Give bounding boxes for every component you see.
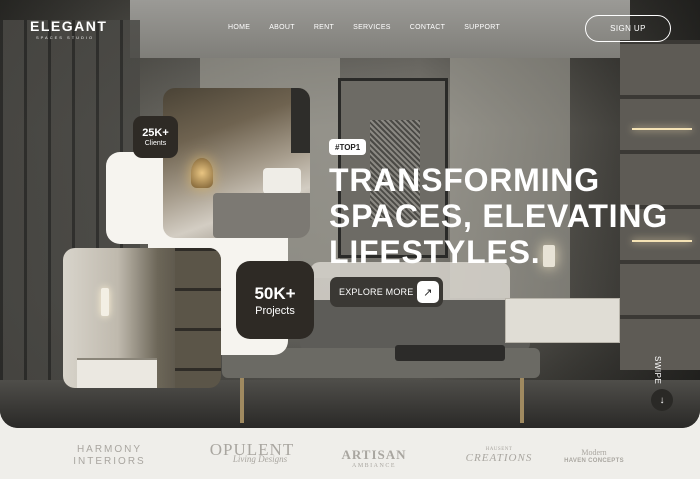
- hero-section: ELEGANT SPACES STUDIO HOME ABOUT RENT SE…: [0, 0, 700, 428]
- explore-more-label: EXPLORE MORE: [339, 287, 414, 297]
- partner-line: HARMONY: [76, 444, 143, 455]
- headline-line-3: LIFESTYLES.: [329, 234, 541, 270]
- interior-image: [63, 248, 221, 388]
- image-bed-detail: [213, 193, 310, 238]
- stat-projects-value: 50K+: [254, 283, 296, 303]
- stat-projects: 50K+ Projects: [236, 261, 314, 339]
- headline-line-2: SPACES, ELEVATING: [329, 198, 668, 234]
- nav-about[interactable]: ABOUT: [269, 24, 295, 31]
- partner-modern-haven: Modern HAVEN CONCEPTS: [558, 448, 630, 464]
- partner-logos: HARMONY INTERIORS OPULENT Living Designs…: [0, 430, 700, 479]
- nav-contact[interactable]: CONTACT: [410, 24, 445, 31]
- shelf-light: [632, 128, 692, 130]
- nav-support[interactable]: SUPPORT: [464, 24, 500, 31]
- nav-rent[interactable]: RENT: [314, 24, 334, 31]
- partner-artisan: ARTISAN AMBIANCE: [340, 447, 408, 469]
- nightstand: [505, 298, 620, 343]
- stat-clients: 25K+ Clients: [133, 116, 178, 158]
- partner-hausent: HAUSENT CREATIONS: [465, 447, 533, 464]
- image-pendant-detail: [101, 288, 109, 316]
- brand-logo[interactable]: ELEGANT SPACES STUDIO: [30, 18, 107, 40]
- partner-line: AMBIANCE: [351, 463, 396, 469]
- nav-home[interactable]: HOME: [228, 24, 250, 31]
- bedroom-image: [163, 88, 310, 238]
- nav-services[interactable]: SERVICES: [353, 24, 391, 31]
- stat-clients-label: Clients: [144, 140, 167, 147]
- image-shelf-detail: [77, 358, 157, 388]
- bed-blanket: [300, 300, 530, 350]
- bench-leg: [240, 378, 244, 423]
- top-badge: #TOP1: [329, 139, 367, 155]
- stat-clients-value: 25K+: [142, 127, 169, 139]
- partner-line: CREATIONS: [465, 452, 533, 464]
- image-cabinet-detail: [175, 248, 221, 388]
- partner-line: HAVEN CONCEPTS: [564, 458, 624, 464]
- partner-line: ARTISAN: [341, 447, 407, 462]
- headline-line-1: TRANSFORMING: [329, 162, 600, 198]
- bench-leg: [520, 378, 524, 423]
- sign-up-button[interactable]: SIGN UP: [585, 15, 671, 42]
- image-pillow-detail: [263, 168, 301, 194]
- image-frame-detail: [291, 88, 310, 153]
- bench-tray: [395, 345, 505, 361]
- arrow-down-icon[interactable]: ↓: [651, 389, 673, 411]
- brand-tagline: SPACES STUDIO: [36, 35, 95, 40]
- arrow-up-right-icon: ↗: [417, 281, 439, 303]
- main-nav: HOME ABOUT RENT SERVICES CONTACT SUPPORT: [228, 24, 519, 31]
- stat-projects-label: Projects: [255, 304, 295, 317]
- partner-opulent: OPULENT Living Designs: [206, 441, 298, 464]
- partner-line: INTERIORS: [73, 456, 146, 467]
- brand-name: ELEGANT: [30, 18, 108, 34]
- partner-line: Modern: [581, 448, 607, 457]
- explore-more-button[interactable]: EXPLORE MORE ↗: [330, 277, 443, 307]
- image-lamp-detail: [191, 158, 213, 188]
- partner-harmony-interiors: HARMONY INTERIORS: [72, 444, 147, 467]
- hero-headline: TRANSFORMING SPACES, ELEVATING LIFESTYLE…: [329, 162, 669, 270]
- swipe-label: SWIPE: [653, 356, 662, 385]
